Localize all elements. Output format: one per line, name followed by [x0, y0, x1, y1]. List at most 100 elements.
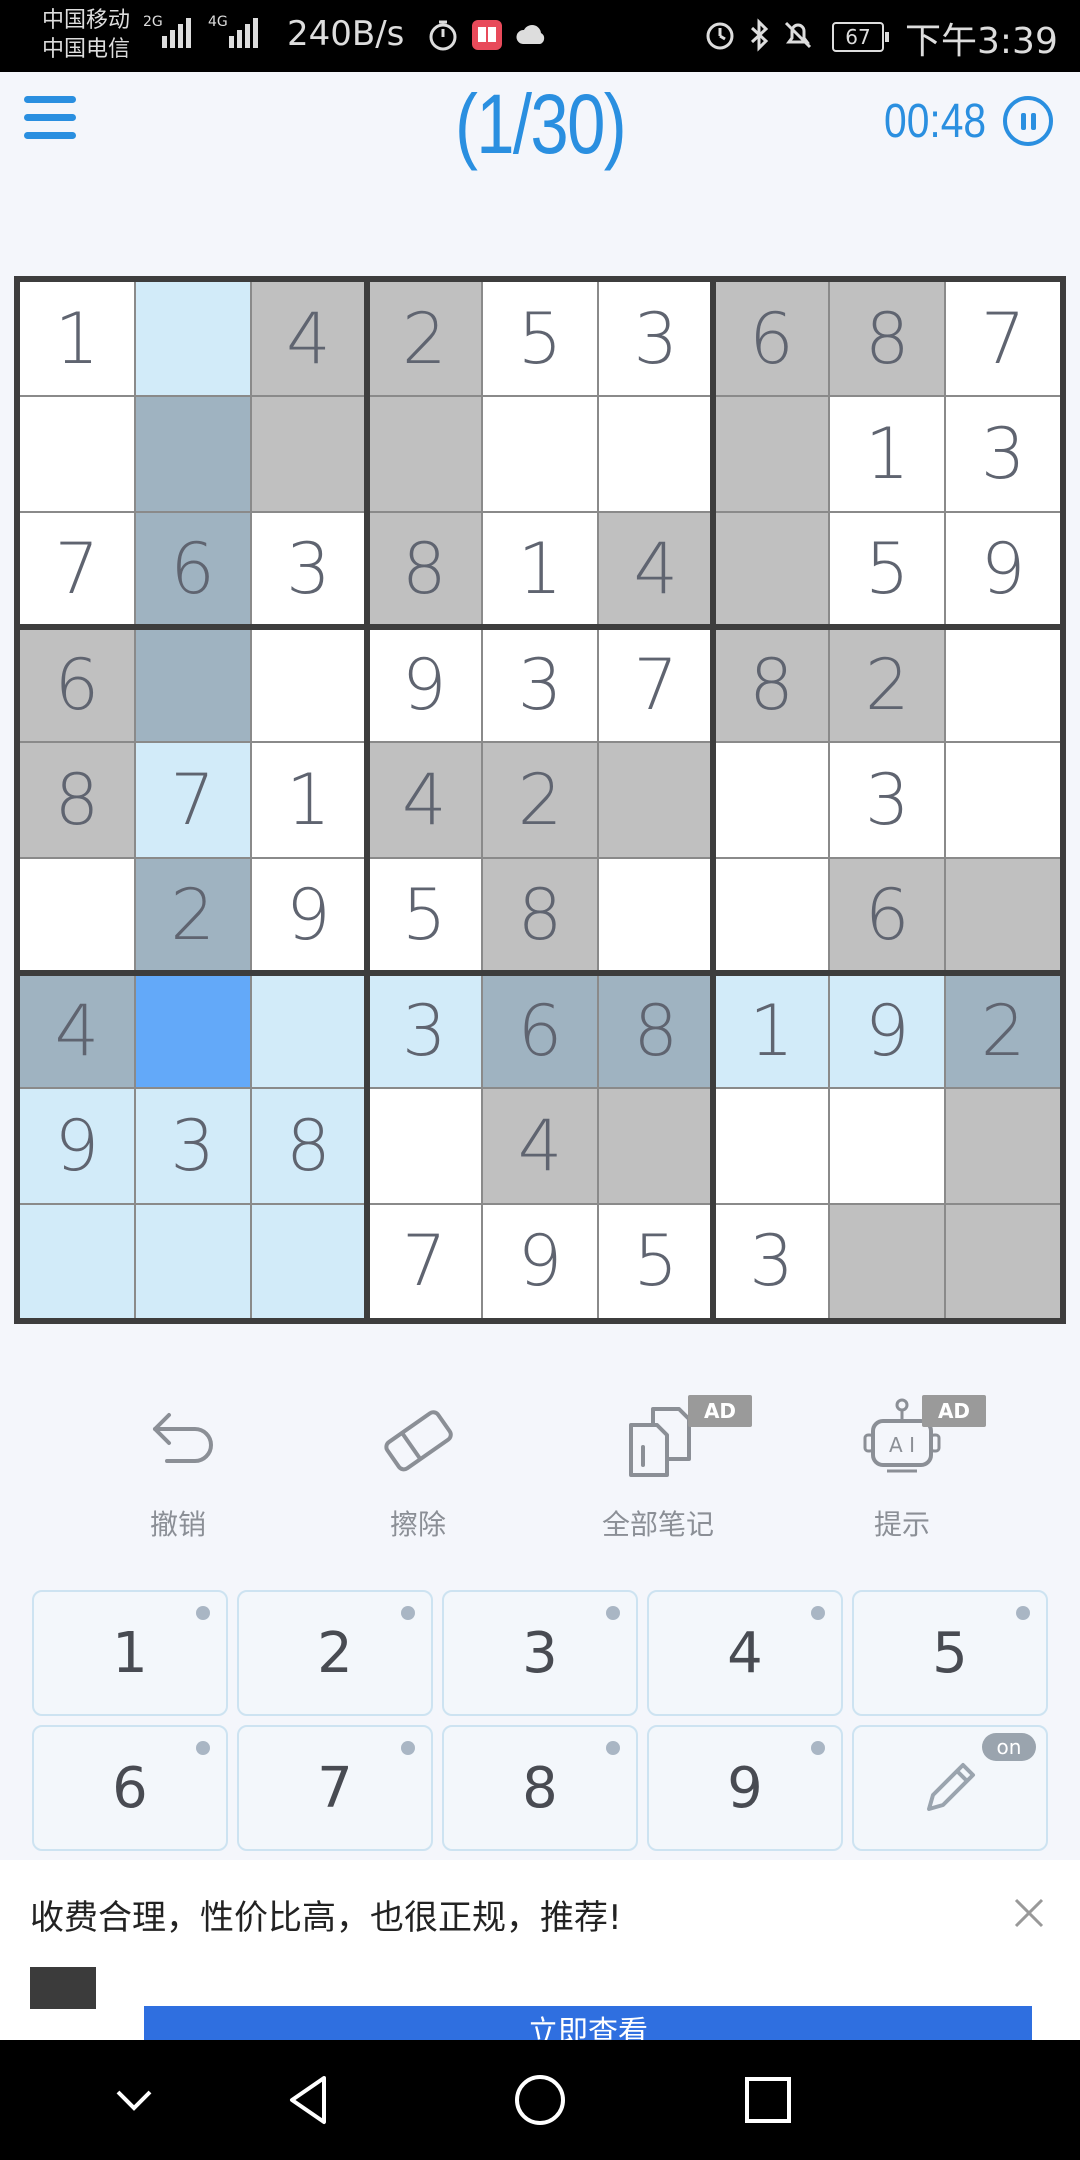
sudoku-cell[interactable] — [135, 974, 250, 1088]
sudoku-cell[interactable]: 8 — [714, 628, 829, 742]
sudoku-cell[interactable]: 7 — [946, 282, 1060, 396]
sudoku-cell[interactable] — [20, 1204, 134, 1318]
sudoku-cell[interactable]: 3 — [714, 1204, 829, 1318]
sudoku-cell[interactable]: 3 — [598, 282, 713, 396]
sudoku-cell[interactable]: 5 — [367, 858, 482, 972]
number-key[interactable]: 4 — [647, 1590, 843, 1716]
sudoku-cell[interactable] — [946, 1204, 1060, 1318]
sudoku-cell[interactable]: 7 — [367, 1204, 482, 1318]
sudoku-cell[interactable]: 2 — [135, 858, 250, 972]
sudoku-cell[interactable] — [714, 512, 829, 626]
sudoku-cell[interactable] — [830, 1204, 945, 1318]
sudoku-cell[interactable]: 1 — [714, 974, 829, 1088]
sudoku-cell[interactable]: 3 — [830, 743, 945, 857]
sudoku-cell[interactable]: 1 — [251, 743, 366, 857]
sudoku-cell[interactable]: 6 — [483, 974, 597, 1088]
sudoku-cell[interactable]: 1 — [830, 397, 945, 511]
ad-banner[interactable]: 收费合理，性价比高，也很正规，推荐! 立即查看 — [0, 1860, 1080, 2046]
number-key[interactable]: 7 — [237, 1725, 433, 1851]
sudoku-cell[interactable] — [135, 397, 250, 511]
sudoku-cell[interactable]: 6 — [830, 858, 945, 972]
sudoku-cell[interactable]: 3 — [483, 628, 597, 742]
sudoku-cell[interactable]: 1 — [20, 282, 134, 396]
sudoku-cell[interactable] — [367, 397, 482, 511]
sudoku-cell[interactable] — [830, 1089, 945, 1203]
hint-button[interactable]: A I 提示 AD — [812, 1395, 992, 1545]
sudoku-cell[interactable]: 3 — [946, 397, 1060, 511]
sudoku-cell[interactable] — [20, 858, 134, 972]
pencil-mode-button[interactable]: on — [852, 1725, 1048, 1851]
sudoku-cell[interactable]: 9 — [483, 1204, 597, 1318]
sudoku-cell[interactable] — [714, 743, 829, 857]
sudoku-cell[interactable] — [946, 628, 1060, 742]
nav-recents-icon[interactable] — [738, 2070, 798, 2130]
sudoku-cell[interactable]: 8 — [20, 743, 134, 857]
sudoku-cell[interactable]: 9 — [830, 974, 945, 1088]
erase-button[interactable]: 擦除 — [328, 1395, 508, 1545]
sudoku-cell[interactable] — [598, 397, 713, 511]
sudoku-cell[interactable] — [714, 858, 829, 972]
sudoku-cell[interactable]: 6 — [714, 282, 829, 396]
number-key[interactable]: 1 — [32, 1590, 228, 1716]
sudoku-cell[interactable] — [251, 397, 366, 511]
sudoku-cell[interactable]: 6 — [20, 628, 134, 742]
number-key[interactable]: 3 — [442, 1590, 638, 1716]
nav-collapse-icon[interactable] — [104, 2070, 164, 2130]
number-key[interactable]: 5 — [852, 1590, 1048, 1716]
sudoku-cell[interactable] — [135, 628, 250, 742]
sudoku-cell[interactable] — [367, 1089, 482, 1203]
sudoku-cell[interactable]: 9 — [251, 858, 366, 972]
sudoku-cell[interactable] — [598, 743, 713, 857]
number-key[interactable]: 2 — [237, 1590, 433, 1716]
sudoku-cell[interactable]: 4 — [251, 282, 366, 396]
sudoku-cell[interactable]: 1 — [483, 512, 597, 626]
sudoku-cell[interactable]: 3 — [251, 512, 366, 626]
sudoku-cell[interactable]: 8 — [830, 282, 945, 396]
pause-button[interactable] — [1003, 96, 1053, 146]
sudoku-cell[interactable] — [135, 282, 250, 396]
close-icon[interactable] — [1010, 1894, 1048, 1932]
all-notes-button[interactable]: 全部笔记 AD — [568, 1395, 752, 1545]
nav-back-icon[interactable] — [280, 2070, 340, 2130]
number-key[interactable]: 9 — [647, 1725, 843, 1851]
sudoku-cell[interactable] — [251, 1204, 366, 1318]
sudoku-cell[interactable] — [483, 397, 597, 511]
sudoku-cell[interactable]: 7 — [135, 743, 250, 857]
sudoku-cell[interactable]: 3 — [367, 974, 482, 1088]
sudoku-cell[interactable]: 4 — [598, 512, 713, 626]
sudoku-cell[interactable]: 7 — [598, 628, 713, 742]
sudoku-cell[interactable] — [714, 1089, 829, 1203]
sudoku-cell[interactable]: 5 — [830, 512, 945, 626]
sudoku-cell[interactable]: 3 — [135, 1089, 250, 1203]
sudoku-cell[interactable] — [598, 1089, 713, 1203]
sudoku-cell[interactable]: 9 — [20, 1089, 134, 1203]
sudoku-cell[interactable]: 5 — [598, 1204, 713, 1318]
sudoku-cell[interactable]: 2 — [946, 974, 1060, 1088]
sudoku-cell[interactable] — [251, 974, 366, 1088]
sudoku-cell[interactable]: 2 — [830, 628, 945, 742]
sudoku-cell[interactable] — [714, 397, 829, 511]
sudoku-cell[interactable]: 6 — [135, 512, 250, 626]
sudoku-cell[interactable]: 8 — [598, 974, 713, 1088]
undo-button[interactable]: 撤销 — [88, 1395, 268, 1545]
sudoku-cell[interactable] — [946, 1089, 1060, 1203]
sudoku-cell[interactable] — [20, 397, 134, 511]
sudoku-cell[interactable]: 7 — [20, 512, 134, 626]
sudoku-cell[interactable]: 9 — [367, 628, 482, 742]
sudoku-cell[interactable]: 9 — [946, 512, 1060, 626]
sudoku-cell[interactable]: 8 — [251, 1089, 366, 1203]
sudoku-cell[interactable] — [251, 628, 366, 742]
sudoku-cell[interactable]: 2 — [483, 743, 597, 857]
sudoku-cell[interactable]: 4 — [367, 743, 482, 857]
nav-home-icon[interactable] — [510, 2070, 570, 2130]
number-key[interactable]: 8 — [442, 1725, 638, 1851]
sudoku-cell[interactable] — [946, 743, 1060, 857]
sudoku-cell[interactable] — [946, 858, 1060, 972]
sudoku-cell[interactable]: 8 — [367, 512, 482, 626]
sudoku-cell[interactable] — [598, 858, 713, 972]
sudoku-cell[interactable]: 4 — [20, 974, 134, 1088]
sudoku-cell[interactable] — [135, 1204, 250, 1318]
menu-icon[interactable] — [24, 96, 76, 140]
sudoku-cell[interactable]: 8 — [483, 858, 597, 972]
sudoku-cell[interactable]: 2 — [367, 282, 482, 396]
